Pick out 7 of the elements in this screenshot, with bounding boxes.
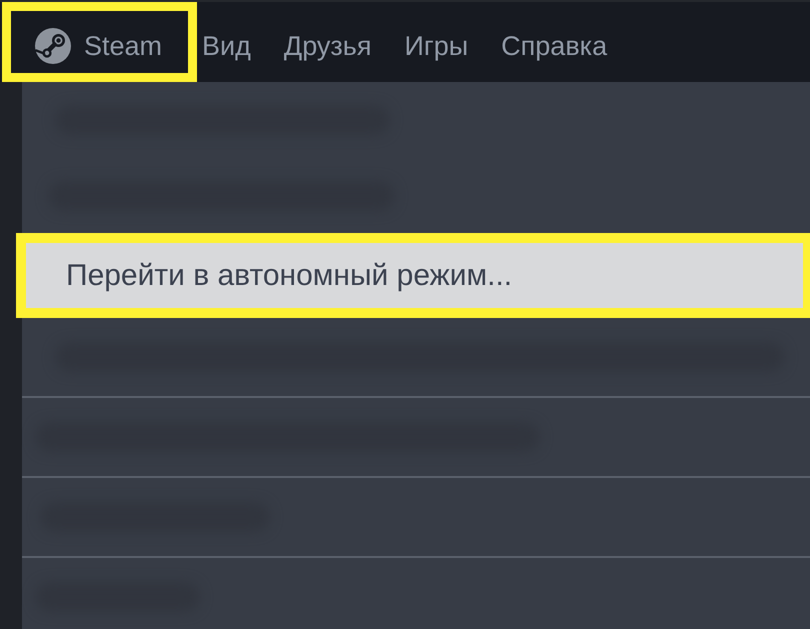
menu-bar-item[interactable]: Вид [198,16,255,68]
menu-bar-item[interactable]: Друзья [280,16,376,68]
menu-bar-item[interactable]: Справка [497,16,612,68]
menu-bar-item[interactable]: Игры [400,16,472,68]
menu-item[interactable]: Перейти в автономный режим... [26,243,803,308]
logo-icon [35,28,71,64]
menu-bar-item[interactable]: Steam [11,11,188,73]
